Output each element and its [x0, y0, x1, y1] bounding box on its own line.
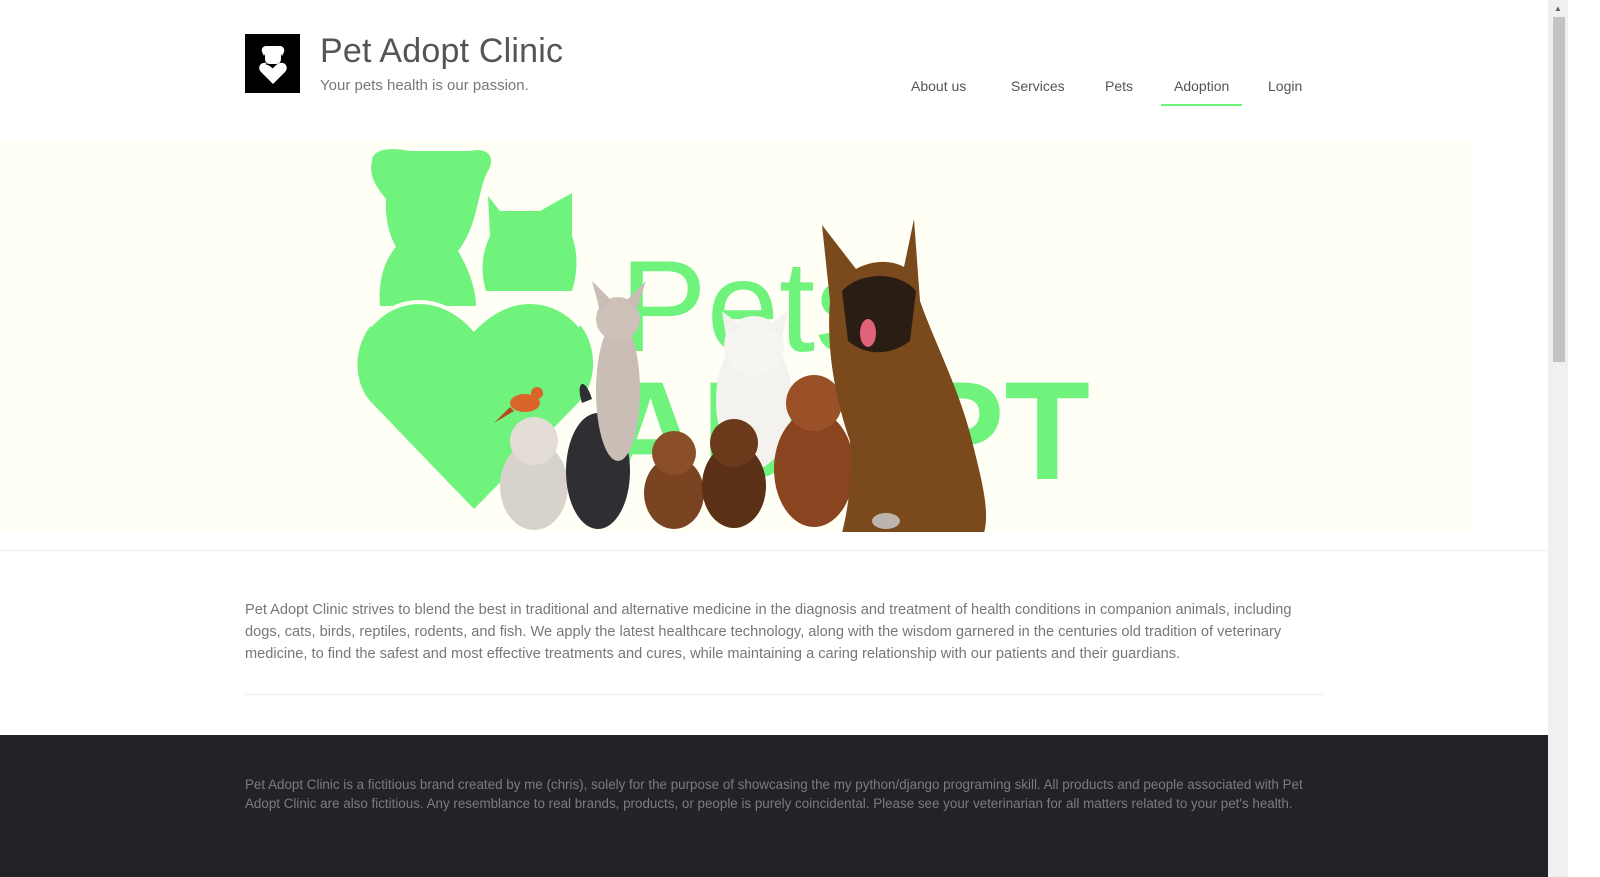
- hero-divider: [0, 550, 1548, 551]
- site-footer: Pet Adopt Clinic is a fictitious brand c…: [0, 735, 1548, 877]
- pets-adopt-illustration: Pets ADOPT: [357, 149, 1090, 532]
- hero-banner: Pets ADOPT: [0, 141, 1471, 532]
- nav-pets[interactable]: Pets: [1092, 78, 1146, 104]
- vertical-scrollbar[interactable]: ▲: [1548, 0, 1568, 877]
- chevron-up-icon[interactable]: ▲: [1548, 0, 1568, 16]
- nav-services[interactable]: Services: [998, 78, 1078, 104]
- site-title[interactable]: Pet Adopt Clinic: [320, 32, 563, 71]
- nav-login[interactable]: Login: [1255, 78, 1315, 104]
- nav-adoption[interactable]: Adoption: [1161, 78, 1243, 106]
- content-divider: [245, 694, 1323, 695]
- site-tagline: Your pets health is our passion.: [320, 77, 529, 94]
- intro-paragraph: Pet Adopt Clinic strives to blend the be…: [245, 602, 1292, 662]
- scrollbar-thumb[interactable]: [1553, 17, 1565, 362]
- footer-disclaimer: Pet Adopt Clinic is a fictitious brand c…: [245, 777, 1303, 811]
- logo-icon[interactable]: [245, 34, 300, 93]
- nav-about-us[interactable]: About us: [898, 78, 979, 104]
- dog-heart-logo-icon: [258, 45, 287, 84]
